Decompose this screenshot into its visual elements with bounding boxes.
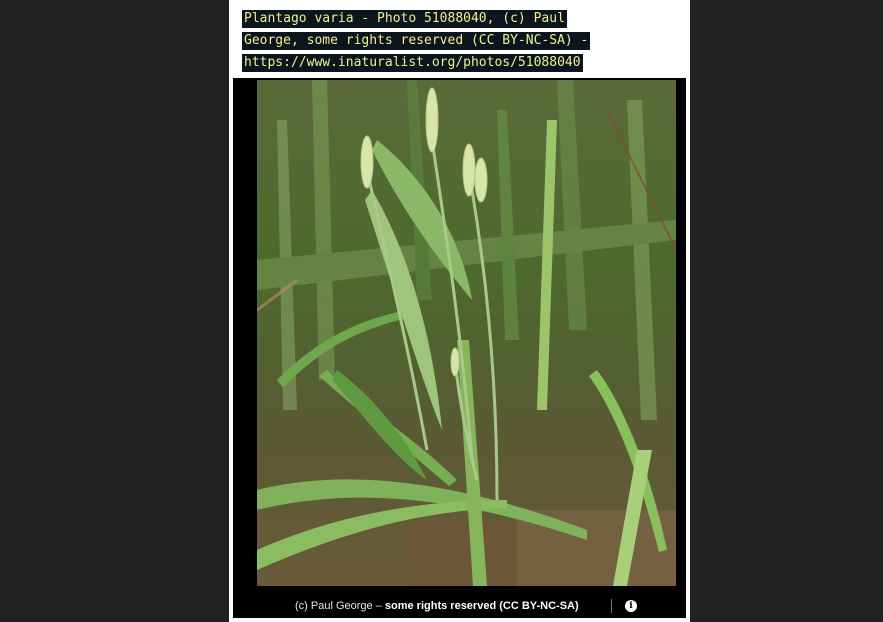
plant-photo-graphic: [257, 80, 676, 586]
attribution-divider: [611, 599, 612, 613]
caption-line-2: George, some rights reserved (CC BY-NC-S…: [242, 32, 591, 50]
caption-box: Plantago varia - Photo 51088040, (c) Pau…: [233, 4, 686, 78]
plant-photo: [257, 80, 676, 586]
image-viewer: Plantago varia - Photo 51088040, (c) Pau…: [233, 4, 686, 618]
image-frame: Plantago varia - Photo 51088040, (c) Pau…: [229, 0, 690, 622]
info-icon[interactable]: i: [625, 600, 637, 612]
attribution-bar: (c) Paul George – some rights reserved (…: [233, 596, 686, 616]
caption-line-1: Plantago varia - Photo 51088040, (c) Pau…: [242, 10, 567, 28]
attribution-dash: –: [372, 600, 385, 612]
caption-line-3: https://www.inaturalist.org/photos/51088…: [242, 54, 583, 72]
attribution-text: (c) Paul George – some rights reserved (…: [295, 596, 579, 616]
attribution-author: (c) Paul George: [295, 600, 373, 612]
attribution-rights[interactable]: some rights reserved (CC BY-NC-SA): [385, 600, 579, 612]
